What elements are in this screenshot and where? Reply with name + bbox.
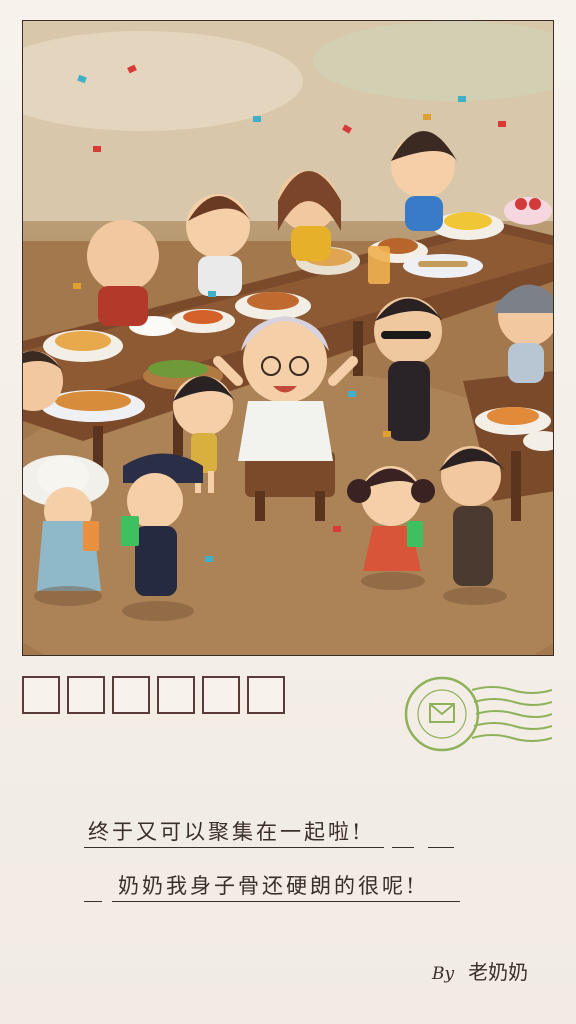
postcode-box (202, 676, 240, 714)
signature-name: 老奶奶 (468, 960, 529, 984)
postmark-stamp (402, 676, 553, 756)
postcode-box (67, 676, 105, 714)
underline (112, 901, 460, 902)
message-line-2: 奶奶我身子骨还硬朗的很呢! (118, 874, 418, 898)
message-line-1: 终于又可以聚集在一起啦! (88, 820, 364, 844)
underline (84, 847, 384, 848)
signature: By 老奶奶 (432, 956, 528, 985)
postcode-boxes (22, 676, 285, 714)
signature-by: By (432, 964, 455, 984)
underline (428, 847, 454, 848)
postcode-box (157, 676, 195, 714)
postcode-box (247, 676, 285, 714)
postcode-box (22, 676, 60, 714)
underline (84, 901, 102, 902)
underline (392, 847, 414, 848)
party-illustration (22, 20, 554, 656)
postcode-box (112, 676, 150, 714)
